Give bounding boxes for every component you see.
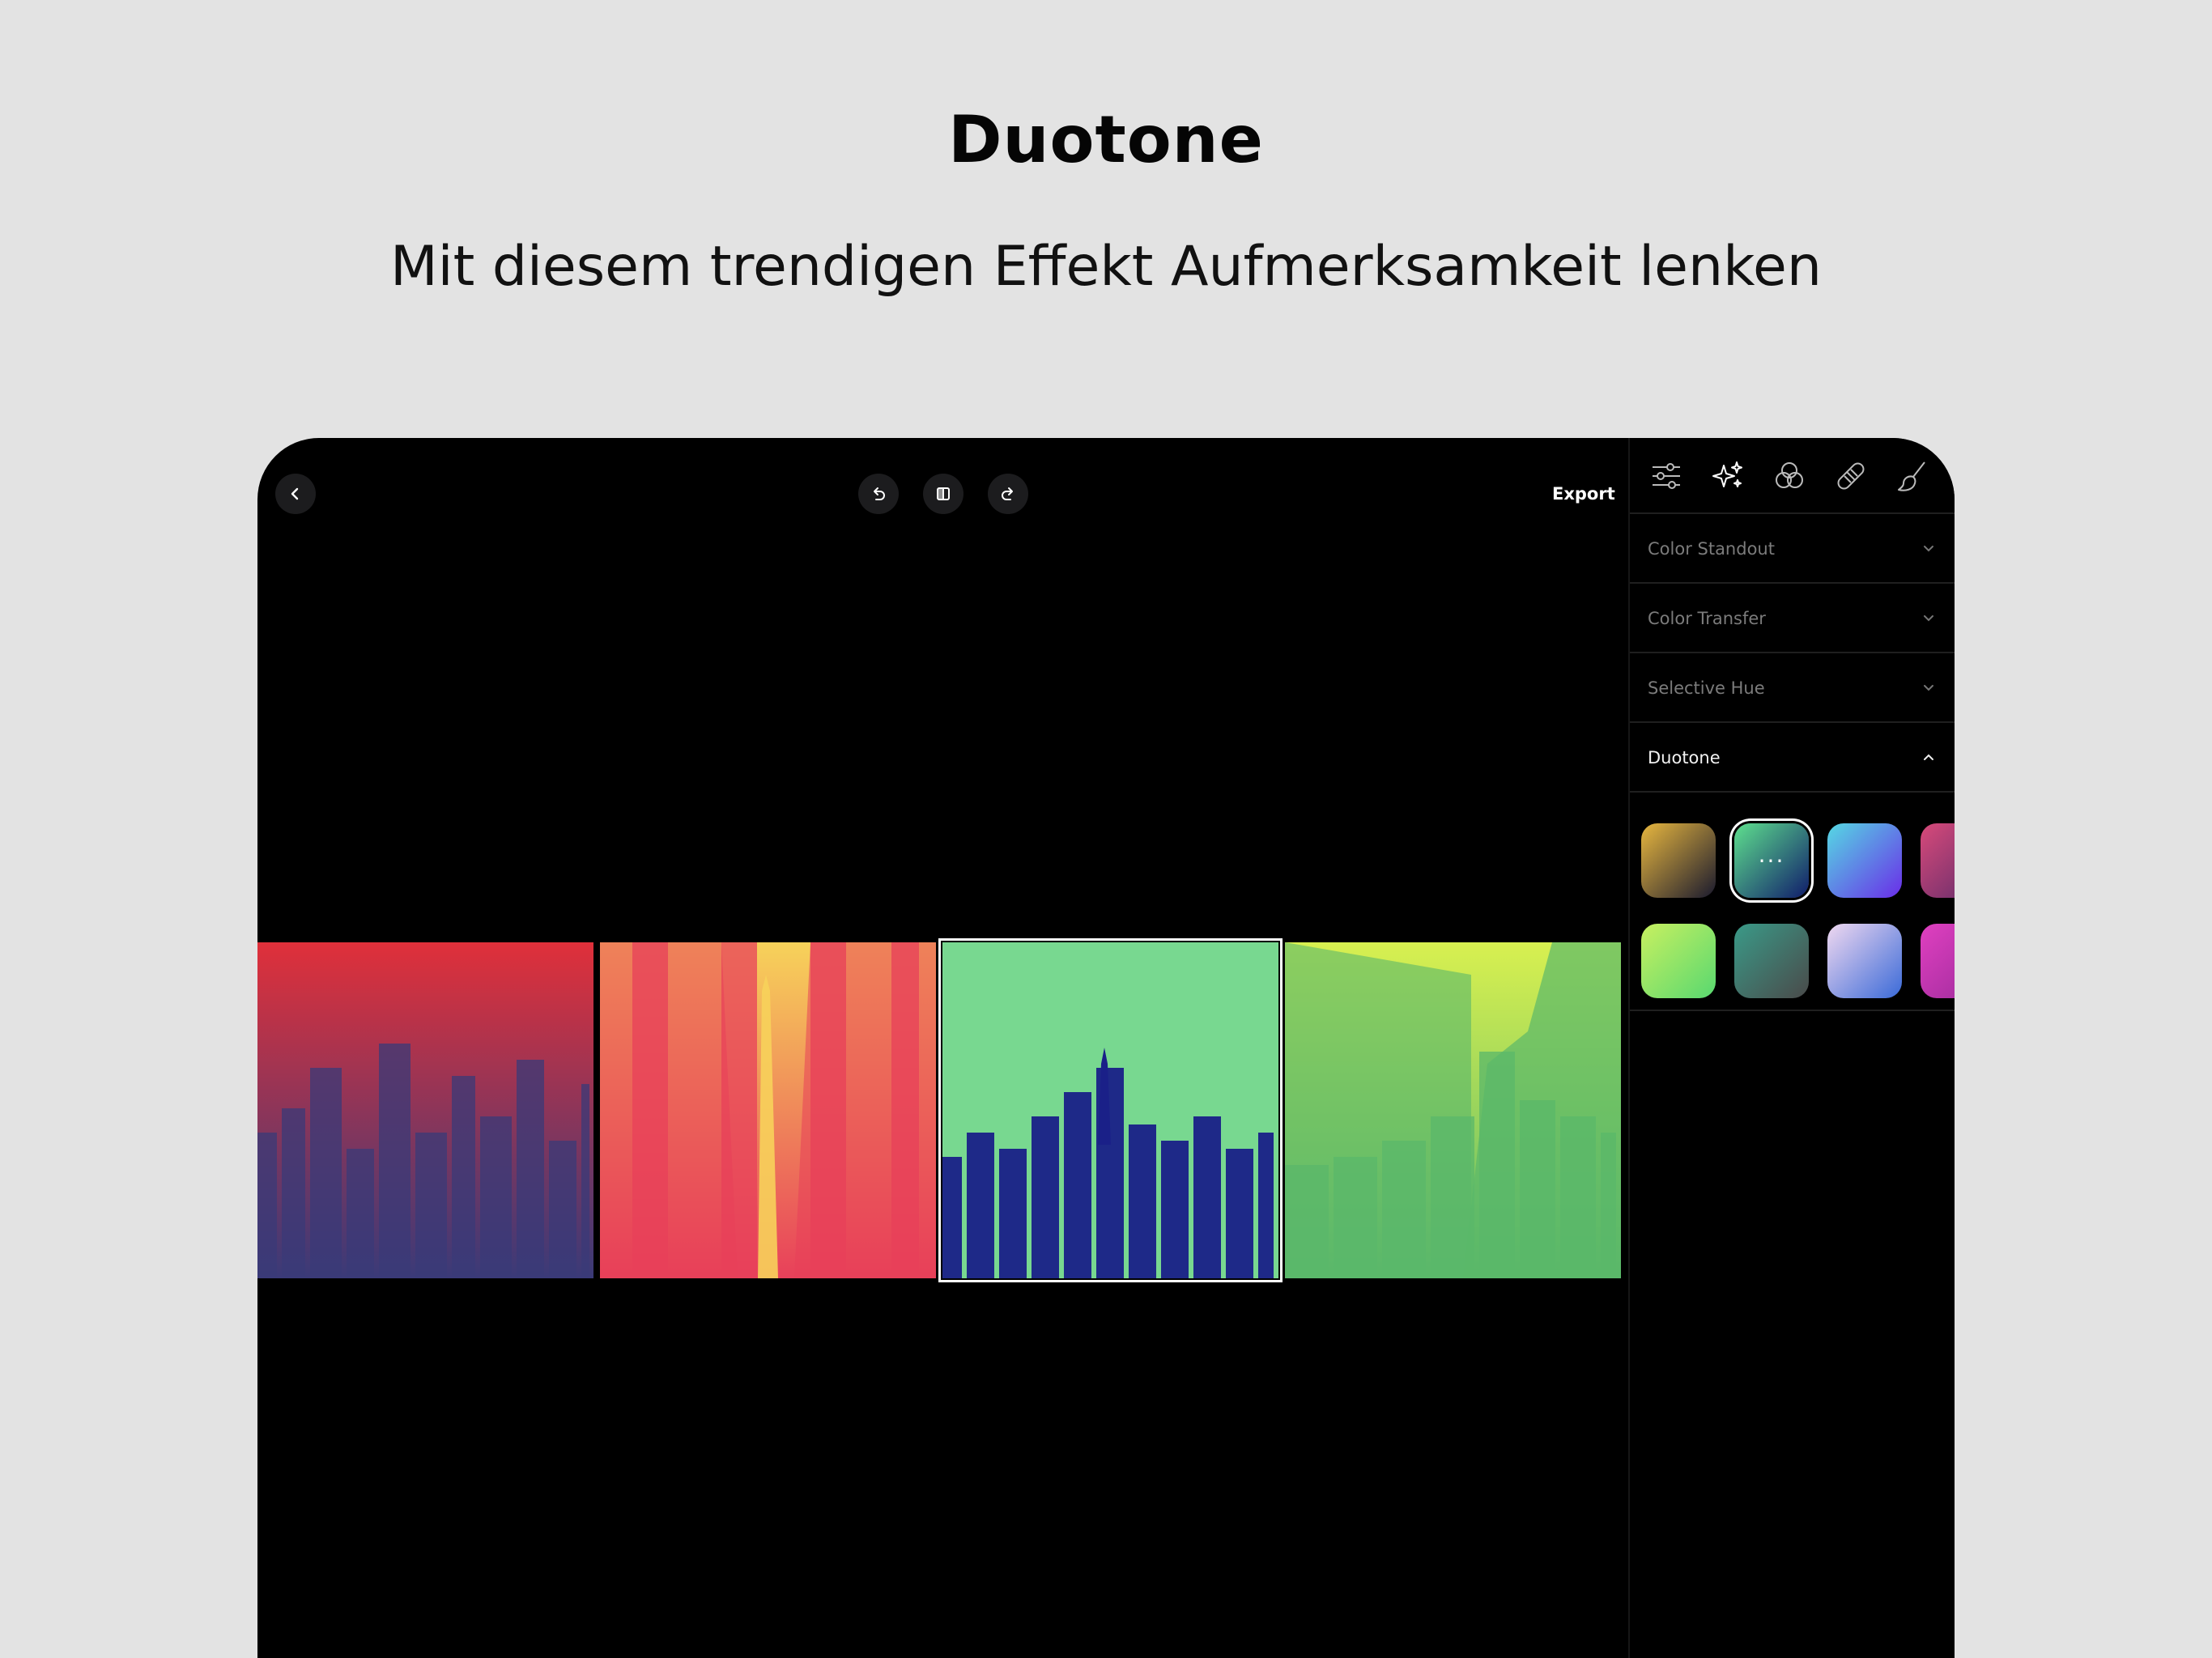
tool-tabs — [1630, 438, 1955, 514]
duotone-preset-swatch[interactable] — [1827, 823, 1902, 898]
compare-button[interactable] — [923, 474, 963, 514]
export-button[interactable]: Export — [1552, 467, 1615, 521]
duotone-photo-street-red-navy[interactable] — [257, 942, 593, 1278]
duotone-preset-swatch[interactable]: ··· — [1734, 823, 1809, 898]
section-label: Duotone — [1648, 748, 1721, 767]
section-color-standout[interactable]: Color Standout — [1630, 514, 1955, 584]
brush-icon[interactable] — [1894, 457, 1931, 495]
section-color-transfer[interactable]: Color Transfer — [1630, 584, 1955, 653]
chevron-left-icon — [291, 487, 299, 500]
duotone-preset-swatch[interactable] — [1641, 924, 1716, 998]
sparkles-icon[interactable] — [1709, 457, 1746, 495]
undo-button[interactable] — [858, 474, 899, 514]
duotone-photo-skyline-green-navy[interactable] — [938, 938, 1283, 1282]
duotone-photo-tower-yellow-pink[interactable] — [600, 942, 936, 1278]
chevron-down-icon — [1924, 615, 1933, 622]
chevron-down-icon — [1924, 685, 1933, 691]
promo-title: Duotone — [948, 102, 1264, 177]
ipad-device-frame: Export Color Standout Color Transfer Sel… — [257, 438, 1955, 1658]
adjust-sliders-icon[interactable] — [1648, 457, 1685, 495]
bandage-icon[interactable] — [1832, 457, 1870, 495]
more-options-icon: ··· — [1758, 847, 1785, 874]
tools-panel: Color Standout Color Transfer Selective Hu… — [1628, 438, 1955, 1658]
duotone-preset-swatch[interactable] — [1921, 823, 1955, 898]
chevron-down-icon — [1924, 546, 1933, 552]
back-button[interactable] — [275, 474, 316, 514]
promo-subtitle: Mit diesem trendigen Effekt Aufmerksamke… — [390, 235, 1822, 299]
color-mix-icon[interactable] — [1771, 457, 1808, 495]
section-label: Color Transfer — [1648, 609, 1766, 628]
redo-button[interactable] — [988, 474, 1028, 514]
section-selective-hue[interactable]: Selective Hue — [1630, 653, 1955, 723]
duotone-presets: ··· — [1630, 793, 1955, 1011]
section-duotone[interactable]: Duotone — [1630, 723, 1955, 793]
duotone-preset-swatch[interactable] — [1641, 823, 1716, 898]
undo-icon — [874, 487, 885, 500]
section-label: Selective Hue — [1648, 678, 1765, 698]
section-label: Color Standout — [1648, 539, 1775, 559]
chevron-up-icon — [1924, 754, 1933, 760]
compare-icon — [937, 487, 950, 500]
duotone-preset-swatch[interactable] — [1921, 924, 1955, 998]
duotone-preset-swatch[interactable] — [1827, 924, 1902, 998]
duotone-preset-swatch[interactable] — [1734, 924, 1809, 998]
redo-icon — [1002, 487, 1013, 500]
duotone-photo-buildings-lime-green[interactable] — [1285, 942, 1621, 1278]
effect-sections: Color Standout Color Transfer Selective Hu… — [1630, 514, 1955, 1011]
